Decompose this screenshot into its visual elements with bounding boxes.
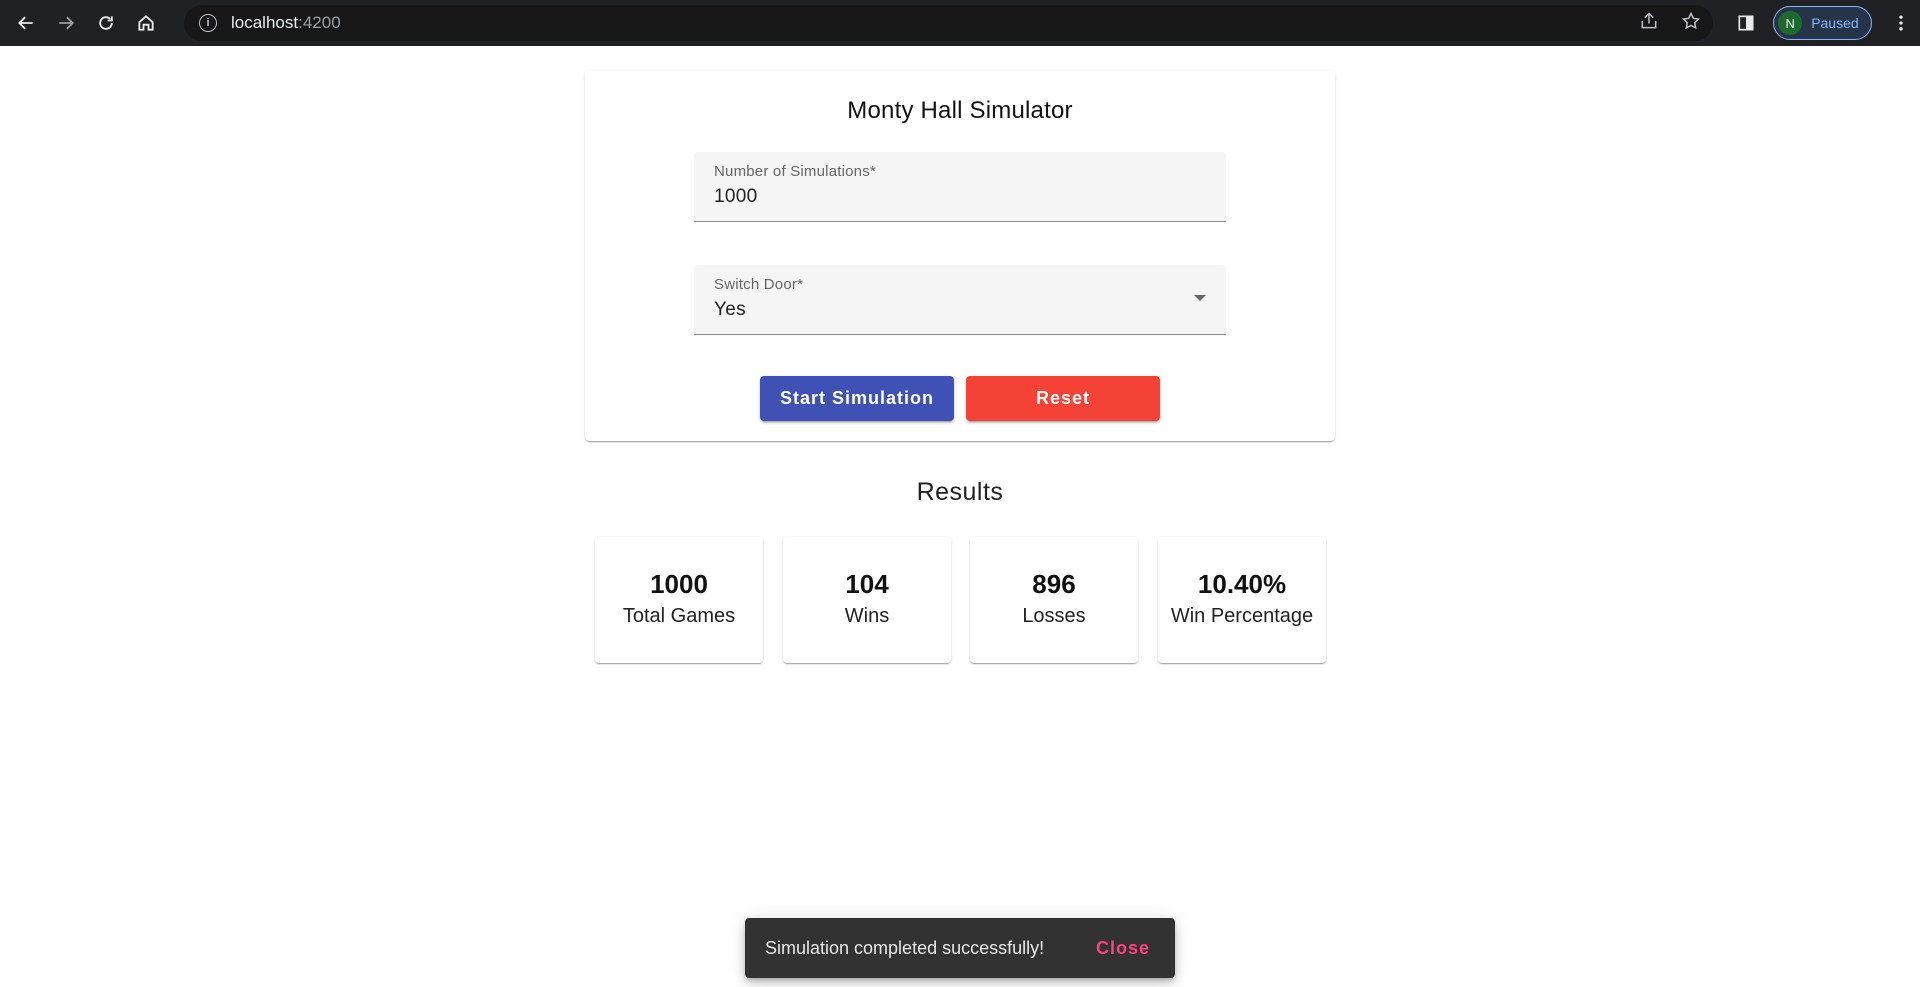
dropdown-arrow-icon[interactable] bbox=[1194, 295, 1206, 301]
snackbar: Simulation completed successfully! Close bbox=[745, 918, 1175, 978]
address-bar[interactable]: i localhost:4200 bbox=[184, 5, 1713, 41]
stat-value: 896 bbox=[1032, 569, 1076, 599]
stat-label: Win Percentage bbox=[1170, 605, 1314, 627]
simulator-card: Monty Hall Simulator Number of Simulatio… bbox=[585, 71, 1335, 441]
back-icon[interactable] bbox=[6, 3, 46, 43]
url-text[interactable]: localhost:4200 bbox=[231, 13, 341, 33]
browser-toolbar: i localhost:4200 N Paused bbox=[0, 0, 1920, 46]
stat-value: 1000 bbox=[650, 569, 708, 599]
site-info-icon[interactable]: i bbox=[199, 14, 217, 32]
more-menu-icon[interactable] bbox=[1882, 3, 1920, 43]
stat-label: Losses bbox=[1022, 605, 1086, 627]
stat-card-total-games: 1000 Total Games bbox=[595, 537, 763, 663]
switch-door-label: Switch Door* bbox=[714, 276, 804, 293]
page-title: Monty Hall Simulator bbox=[847, 97, 1073, 124]
results-heading: Results bbox=[916, 478, 1004, 506]
avatar: N bbox=[1778, 11, 1803, 35]
nav-buttons bbox=[6, 3, 166, 43]
stat-value: 104 bbox=[845, 569, 889, 599]
profile-button[interactable]: N Paused bbox=[1773, 6, 1872, 40]
bookmark-star-icon[interactable] bbox=[1681, 11, 1701, 36]
switch-door-select[interactable]: Switch Door* Yes bbox=[694, 265, 1226, 335]
reload-icon[interactable] bbox=[86, 3, 126, 43]
simulations-input[interactable] bbox=[714, 186, 1154, 208]
share-icon[interactable] bbox=[1639, 11, 1659, 36]
stat-label: Wins bbox=[844, 605, 890, 627]
reset-button[interactable]: Reset bbox=[966, 376, 1160, 421]
side-panel-icon[interactable] bbox=[1727, 3, 1765, 43]
profile-status: Paused bbox=[1811, 15, 1859, 31]
snackbar-message: Simulation completed successfully! bbox=[765, 937, 1045, 958]
simulations-field[interactable]: Number of Simulations* bbox=[694, 152, 1226, 222]
home-icon[interactable] bbox=[126, 3, 166, 43]
switch-door-value[interactable]: Yes bbox=[714, 299, 1154, 321]
stat-card-wins: 104 Wins bbox=[783, 537, 951, 663]
forward-icon[interactable] bbox=[46, 3, 86, 43]
snackbar-close-button[interactable]: Close bbox=[1096, 938, 1150, 959]
simulations-label: Number of Simulations* bbox=[714, 163, 876, 180]
stat-label: Total Games bbox=[622, 605, 736, 627]
stat-value: 10.40% bbox=[1197, 569, 1287, 599]
start-simulation-button[interactable]: Start Simulation bbox=[760, 376, 954, 421]
stat-card-win-percentage: 10.40% Win Percentage bbox=[1158, 537, 1326, 663]
stat-card-losses: 896 Losses bbox=[970, 537, 1138, 663]
